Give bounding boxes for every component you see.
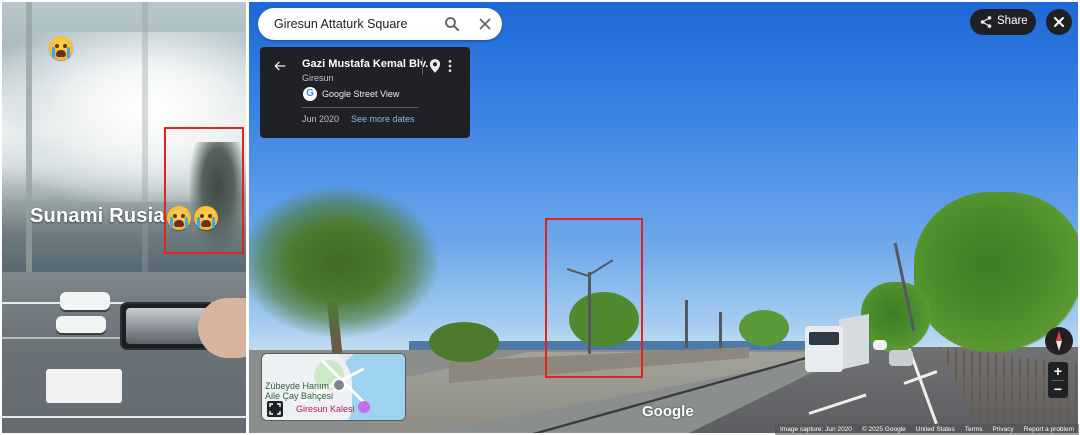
google-watermark: Google: [642, 403, 694, 420]
compass-button[interactable]: [1045, 327, 1073, 355]
car: [889, 350, 913, 366]
video-caption: Sunami Rusia: [30, 205, 165, 227]
google-g-icon: G: [303, 87, 317, 101]
castle-icon: [358, 401, 370, 413]
search-icon[interactable]: [443, 15, 461, 33]
zoom-control[interactable]: + −: [1048, 362, 1068, 398]
divider: [422, 57, 423, 75]
image-capture-date: Image capture: Jun 2020: [780, 426, 852, 433]
lamp-post: [685, 300, 688, 348]
share-label: Share: [997, 15, 1028, 27]
share-button[interactable]: Share: [970, 9, 1036, 35]
tree: [739, 310, 789, 346]
road: [2, 272, 246, 433]
search-box[interactable]: Giresun Attaturk Square: [258, 8, 502, 40]
source-label: Google Street View: [322, 89, 400, 99]
crying-face-icon: [49, 36, 73, 60]
car: [873, 340, 887, 350]
car: [56, 316, 106, 333]
tree: [861, 282, 931, 352]
see-more-dates-link[interactable]: See more dates: [351, 114, 415, 124]
capture-date: Jun 2020: [302, 114, 340, 124]
street-name: Gazi Mustafa Kemal Blv.: [302, 58, 429, 70]
map-place-label: Giresun Kalesi: [296, 404, 355, 414]
car: [60, 292, 110, 310]
expand-map-button[interactable]: [267, 401, 283, 417]
zoom-in-button[interactable]: +: [1048, 362, 1068, 380]
compass-icon: [1056, 331, 1062, 351]
shrub: [429, 322, 499, 362]
pegman-position-icon: [332, 378, 346, 392]
city-name: Giresun: [302, 73, 334, 83]
back-arrow-icon[interactable]: [272, 58, 288, 74]
zoom-out-button[interactable]: −: [1048, 380, 1068, 398]
map-place-label: Zübeyde Hanım Aile Çay Bahçesi: [265, 381, 334, 401]
search-input[interactable]: Giresun Attaturk Square: [274, 17, 407, 31]
terms-link[interactable]: Terms: [960, 426, 988, 433]
highlight-box-video: [164, 127, 244, 254]
lane-line: [2, 416, 246, 418]
report-problem-link[interactable]: Report a problem: [1019, 426, 1079, 433]
truck-trailer: [839, 314, 869, 370]
region-link[interactable]: United States: [911, 426, 960, 433]
highlight-box-streetview: [545, 218, 643, 378]
copyright: © 2025 Google: [861, 426, 906, 433]
truck: [46, 369, 122, 403]
share-icon: [980, 16, 992, 28]
minimap[interactable]: Zübeyde Hanım Aile Çay Bahçesi Giresun K…: [261, 353, 406, 421]
truck-cab: [805, 326, 843, 372]
lamp-post: [719, 312, 722, 348]
divider: [302, 107, 418, 108]
close-button[interactable]: [1046, 9, 1072, 35]
location-pin-icon[interactable]: [428, 58, 442, 74]
attribution-bar: Image capture: Jun 2020 © 2025 Google Un…: [775, 424, 1080, 435]
fullscreen-icon: [269, 403, 281, 415]
location-info-card: Gazi Mustafa Kemal Blv. Giresun G Google…: [260, 47, 470, 138]
privacy-link[interactable]: Privacy: [987, 426, 1018, 433]
close-icon: [1054, 17, 1064, 27]
palm-tree: [249, 187, 439, 337]
more-vert-icon[interactable]: [447, 58, 453, 74]
close-icon[interactable]: [476, 15, 494, 33]
